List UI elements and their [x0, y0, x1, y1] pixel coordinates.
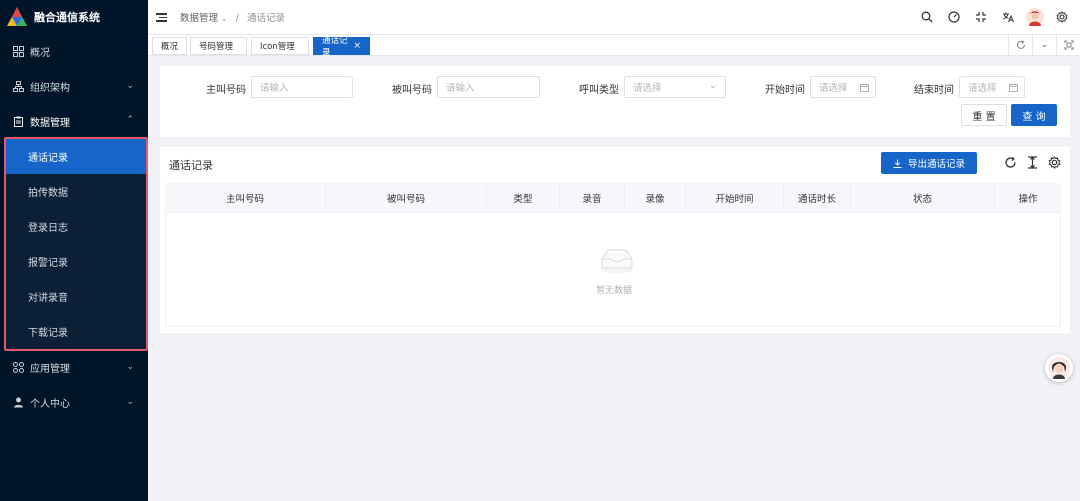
table-header: 主叫号码 被叫号码 类型 录音 录像 开始时间 通话时长 状态 操作 — [165, 183, 1061, 213]
settings-gear-icon[interactable] — [1046, 154, 1062, 170]
chevron-down-icon: ⌄ — [221, 14, 228, 23]
start-time-label: 开始时间 — [765, 85, 805, 96]
user-icon — [12, 397, 24, 409]
sidebar-item-apps[interactable]: 应用管理 ⌄ — [0, 350, 148, 385]
column-header[interactable]: 主叫号码 — [165, 183, 326, 213]
column-header[interactable]: 录音 — [560, 183, 625, 213]
submenu-item-call-records[interactable]: 通话记录 — [6, 139, 146, 174]
chevron-up-icon: ⌃ — [126, 115, 134, 125]
sidebar-item-label: 概况 — [30, 48, 50, 59]
calendar-icon — [860, 83, 869, 92]
data-submenu: 通话记录 拍传数据 登录日志 报警记录 对讲录音 下载记录 — [4, 137, 148, 351]
breadcrumb-parent[interactable]: 数据管理 — [180, 13, 218, 24]
sidebar-item-label: 组织架构 — [30, 83, 70, 94]
translate-icon[interactable] — [998, 7, 1018, 27]
table-title: 通话记录 — [169, 159, 213, 172]
caller-input[interactable]: 请输入 — [251, 76, 353, 98]
chevron-down-icon: ⌄ — [126, 81, 134, 91]
column-header[interactable]: 开始时间 — [686, 183, 784, 213]
export-button[interactable]: 导出通话记录 — [881, 152, 977, 174]
sidebar-item-label: 应用管理 — [30, 364, 70, 375]
call-type-select[interactable]: 请选择 ⌄ — [624, 76, 726, 98]
breadcrumb-current: 通话记录 — [247, 13, 286, 24]
column-header[interactable]: 类型 — [487, 183, 560, 213]
search-form: 主叫号码 请输入 被叫号码 请输入 呼叫类型 请选择 ⌄ 开始时间 请选择 结束… — [160, 66, 1070, 137]
sidebar-item-overview[interactable]: 概况 — [0, 34, 148, 69]
calendar-icon — [1009, 83, 1018, 92]
org-icon — [12, 81, 24, 93]
chevron-down-icon: ⌄ — [126, 397, 134, 407]
chevron-down-icon: ⌄ — [708, 80, 717, 91]
top-header: 数据管理 ⌄ / 通话记录 — [148, 0, 1080, 34]
clipboard-icon — [12, 116, 24, 128]
search-icon[interactable] — [917, 7, 937, 27]
app-title: 融合通信系统 — [34, 11, 100, 24]
download-icon — [893, 159, 902, 168]
column-header[interactable]: 操作 — [995, 183, 1061, 213]
refresh-icon[interactable] — [1002, 154, 1018, 170]
callee-input[interactable]: 请输入 — [437, 76, 540, 98]
column-height-icon[interactable] — [1024, 154, 1040, 170]
submenu-item-download-records[interactable]: 下载记录 — [6, 314, 146, 349]
empty-inbox-icon — [601, 249, 633, 273]
logo-icon — [7, 7, 27, 26]
submenu-item-login-log[interactable]: 登录日志 — [6, 209, 146, 244]
call-type-label: 呼叫类型 — [579, 85, 619, 96]
sidebar: 融合通信系统 概况 组织架构 ⌄ 数据管理 ⌃ 通话记录 拍传数据 登录日志 报… — [0, 0, 148, 501]
refresh-icon[interactable] — [1008, 35, 1032, 55]
chevron-down-icon[interactable]: ⌄ — [1032, 35, 1056, 55]
empty-text: 暂无数据 — [595, 286, 632, 296]
breadcrumb-separator: / — [235, 13, 239, 24]
column-header[interactable]: 被叫号码 — [326, 183, 487, 213]
maximize-icon[interactable] — [1056, 35, 1080, 55]
tag-call-records[interactable]: 通话记录 × — [313, 36, 370, 58]
sidebar-item-label: 数据管理 — [30, 118, 70, 129]
avatar[interactable] — [1025, 7, 1045, 27]
apps-icon — [12, 362, 24, 374]
close-icon[interactable]: × — [353, 41, 361, 51]
submenu-item-intercom-audio[interactable]: 对讲录音 — [6, 279, 146, 314]
sidebar-item-data[interactable]: 数据管理 ⌃ — [0, 104, 148, 139]
submenu-item-alarm-records[interactable]: 报警记录 — [6, 244, 146, 279]
reset-button[interactable]: 重 置 — [961, 104, 1007, 126]
dashboard-icon[interactable] — [944, 7, 964, 27]
start-time-picker[interactable]: 请选择 — [810, 76, 876, 98]
tag-overview[interactable]: 概况 — [152, 37, 188, 55]
breadcrumb: 数据管理 ⌄ / 通话记录 — [180, 10, 285, 24]
tag-number-manage[interactable]: 号码管理 — [190, 37, 247, 55]
column-header[interactable]: 录像 — [625, 183, 686, 213]
caller-label: 主叫号码 — [206, 85, 246, 96]
submenu-item-photo-data[interactable]: 拍传数据 — [6, 174, 146, 209]
settings-gear-icon[interactable] — [1052, 7, 1072, 27]
column-header[interactable]: 状态 — [851, 183, 995, 213]
fullscreen-icon[interactable] — [971, 7, 991, 27]
callee-label: 被叫号码 — [392, 85, 432, 96]
app-logo[interactable]: 融合通信系统 — [0, 0, 148, 34]
tag-icon-manage[interactable]: Icon管理 — [251, 37, 309, 55]
query-button[interactable]: 查 询 — [1011, 104, 1057, 126]
assistant-avatar[interactable] — [1045, 354, 1073, 382]
end-time-label: 结束时间 — [914, 85, 954, 96]
menu-toggle-icon[interactable] — [156, 12, 168, 22]
grid-icon — [12, 46, 24, 58]
sidebar-item-label: 个人中心 — [30, 399, 70, 410]
sidebar-item-profile[interactable]: 个人中心 ⌄ — [0, 385, 148, 420]
table-body: 暂无数据 — [165, 213, 1061, 327]
end-time-picker[interactable]: 请选择 — [959, 76, 1025, 98]
sidebar-item-org[interactable]: 组织架构 ⌄ — [0, 69, 148, 104]
tags-bar: 概况 号码管理 Icon管理 通话记录 × ⌄ — [148, 34, 1080, 58]
call-records-table-card: 通话记录 导出通话记录 主叫号码 被叫号码 类型 录音 录像 开始时间 通话时长… — [160, 147, 1070, 333]
chevron-down-icon: ⌄ — [126, 362, 134, 372]
column-header[interactable]: 通话时长 — [784, 183, 851, 213]
